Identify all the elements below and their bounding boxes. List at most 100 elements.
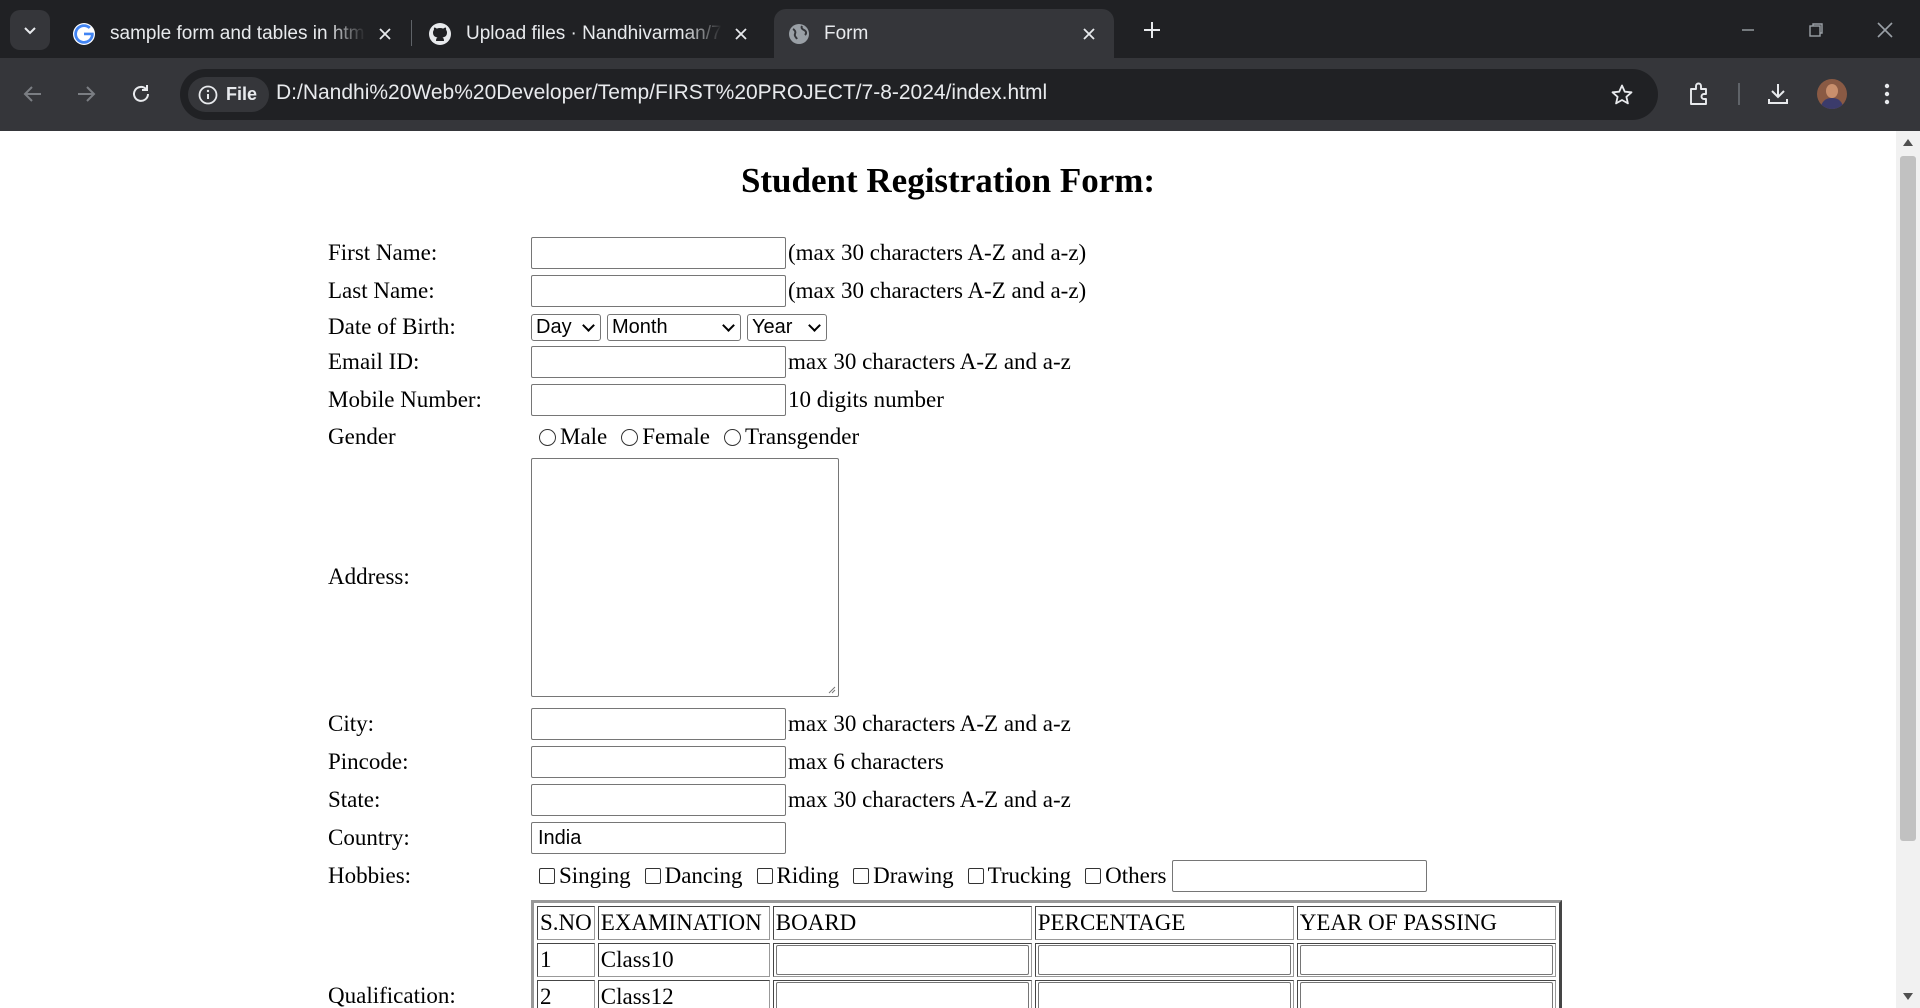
- hobby-dancing-label: Dancing: [664, 863, 743, 888]
- page-viewport: Student Registration Form: First Name: (…: [0, 131, 1896, 1008]
- column-header: BOARD: [772, 906, 1032, 940]
- state-row: State: max 30 characters A-Z and a-z: [328, 783, 1071, 817]
- gender-male-radio[interactable]: [539, 428, 556, 446]
- tab-upload-files[interactable]: Upload files · Nandhivarman/7-8-2024: [414, 9, 766, 58]
- new-tab-button[interactable]: [1134, 12, 1170, 48]
- hobby-singing-label: Singing: [559, 863, 631, 888]
- hobby-others-input[interactable]: [1172, 860, 1428, 892]
- board-input[interactable]: [775, 945, 1029, 975]
- year-cell: [1296, 943, 1556, 977]
- hobby-riding-label: Riding: [776, 863, 840, 888]
- pincode-input[interactable]: [531, 746, 786, 778]
- mobile-hint: 10 digits number: [788, 387, 944, 412]
- city-input[interactable]: [531, 708, 786, 740]
- first-name-hint: (max 30 characters A-Z and a-z): [788, 240, 1087, 265]
- address-bar[interactable]: File D:/Nandhi%20Web%20Developer/Temp/FI…: [180, 69, 1658, 120]
- first-name-input[interactable]: [531, 237, 786, 269]
- hobby-others-label: Others: [1105, 863, 1167, 888]
- restore-button[interactable]: [1796, 10, 1836, 50]
- year-select[interactable]: Year: [747, 313, 827, 341]
- close-icon[interactable]: [1078, 23, 1100, 45]
- tab-title: Upload files · Nandhivarman/7-8-2024: [466, 22, 722, 44]
- mobile-input[interactable]: [531, 384, 786, 416]
- board-input[interactable]: [775, 982, 1029, 1008]
- scroll-up-arrow-icon[interactable]: [1903, 139, 1913, 146]
- gender-transgender-label: Transgender: [744, 424, 860, 449]
- country-input[interactable]: India: [531, 822, 786, 854]
- last-name-row: Last Name: (max 30 characters A-Z and a-…: [328, 274, 1086, 308]
- minimize-button[interactable]: [1728, 10, 1768, 50]
- day-select-value: Day: [536, 315, 572, 338]
- percentage-cell: [1034, 943, 1294, 977]
- gender-transgender-radio[interactable]: [723, 428, 741, 446]
- chevron-down-icon: [582, 318, 595, 332]
- pincode-label: Pincode:: [328, 749, 409, 774]
- star-icon: [1611, 84, 1633, 105]
- column-header: PERCENTAGE: [1034, 906, 1294, 940]
- year-of-passing-input[interactable]: [1299, 982, 1553, 1008]
- qualification-label: Qualification:: [328, 983, 456, 1008]
- email-row: Email ID: max 30 characters A-Z and a-z: [328, 345, 1071, 379]
- tab-search-button[interactable]: [10, 10, 50, 50]
- tab-strip: sample form and tables in html Upload fi…: [0, 0, 1920, 58]
- reload-button[interactable]: [121, 74, 161, 114]
- sno-cell: 1: [537, 943, 595, 977]
- percentage-input[interactable]: [1037, 945, 1291, 975]
- downloads-button[interactable]: [1758, 74, 1798, 114]
- year-of-passing-input[interactable]: [1299, 945, 1553, 975]
- hobby-riding-checkbox[interactable]: [756, 868, 773, 884]
- page-scrollbar[interactable]: [1896, 131, 1920, 1008]
- table-header-row: S.NO EXAMINATION BOARD PERCENTAGE YEAR O…: [537, 906, 1556, 940]
- puzzle-icon: [1690, 82, 1707, 105]
- extensions-button[interactable]: [1679, 74, 1719, 114]
- scroll-down-arrow-icon[interactable]: [1903, 993, 1913, 1000]
- site-info-chip[interactable]: File: [188, 77, 270, 112]
- state-hint: max 30 characters A-Z and a-z: [788, 787, 1071, 812]
- browser-toolbar: File D:/Nandhi%20Web%20Developer/Temp/FI…: [0, 58, 1920, 131]
- email-input[interactable]: [531, 346, 786, 378]
- resize-grip-icon[interactable]: [826, 684, 836, 694]
- scrollbar-thumb[interactable]: [1900, 156, 1916, 841]
- arrow-right-icon: [78, 86, 96, 102]
- last-name-label: Last Name:: [328, 278, 435, 303]
- address-textarea[interactable]: [531, 458, 839, 697]
- state-label: State:: [328, 787, 381, 812]
- hobby-dancing-checkbox[interactable]: [644, 868, 661, 884]
- hobbies-row: Hobbies: Singing Dancing Riding Drawing …: [328, 859, 1428, 893]
- tab-title: sample form and tables in html: [110, 22, 366, 44]
- close-window-button[interactable]: [1865, 10, 1905, 50]
- board-cell: [772, 943, 1032, 977]
- city-row: City: max 30 characters A-Z and a-z: [328, 707, 1071, 741]
- percentage-input[interactable]: [1037, 982, 1291, 1008]
- url-text[interactable]: D:/Nandhi%20Web%20Developer/Temp/FIRST%2…: [276, 81, 1047, 105]
- back-button[interactable]: [13, 74, 53, 114]
- first-name-label: First Name:: [328, 240, 438, 265]
- city-label: City:: [328, 711, 375, 736]
- column-header: EXAMINATION: [597, 906, 770, 940]
- state-input[interactable]: [531, 784, 786, 816]
- forward-button[interactable]: [66, 74, 106, 114]
- close-icon[interactable]: [374, 23, 396, 45]
- pincode-hint: max 6 characters: [788, 749, 944, 774]
- profile-avatar[interactable]: [1817, 79, 1847, 109]
- bookmark-button[interactable]: [1604, 77, 1640, 113]
- day-select[interactable]: Day: [531, 313, 601, 341]
- city-hint: max 30 characters A-Z and a-z: [788, 711, 1071, 736]
- hobby-trucking-checkbox[interactable]: [967, 868, 984, 884]
- hobby-others-checkbox[interactable]: [1085, 868, 1102, 884]
- plus-icon: [1144, 22, 1160, 38]
- menu-button[interactable]: [1867, 74, 1907, 114]
- arrow-left-icon: [23, 86, 41, 102]
- hobby-singing-checkbox[interactable]: [539, 868, 555, 884]
- hobby-drawing-checkbox[interactable]: [853, 868, 870, 884]
- email-hint: max 30 characters A-Z and a-z: [788, 349, 1071, 374]
- month-select[interactable]: Month: [607, 313, 741, 341]
- close-icon[interactable]: [730, 23, 752, 45]
- tab-form[interactable]: Form: [774, 9, 1114, 58]
- hobby-trucking-label: Trucking: [987, 863, 1072, 888]
- last-name-input[interactable]: [531, 275, 786, 307]
- tab-sample-form[interactable]: sample form and tables in html: [58, 9, 410, 58]
- gender-female-radio[interactable]: [621, 428, 639, 446]
- mobile-label: Mobile Number:: [328, 387, 482, 412]
- table-row: 2 Class12: [537, 980, 1556, 1008]
